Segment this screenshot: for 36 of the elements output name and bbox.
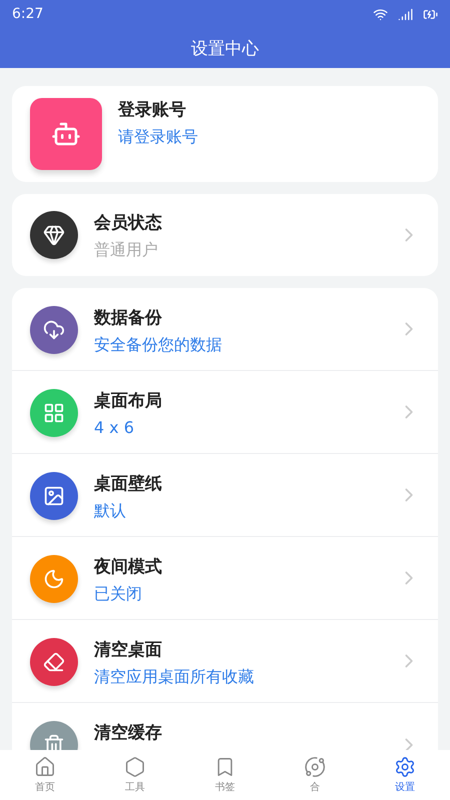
- planet-icon: [304, 756, 326, 778]
- settings-item[interactable]: 清空桌面 清空应用桌面所有收藏: [12, 620, 438, 703]
- item-title: 桌面壁纸: [94, 472, 163, 494]
- item-title: 夜间模式: [94, 556, 163, 578]
- robot-avatar-icon: [30, 98, 102, 170]
- nav-tab[interactable]: 设置: [360, 750, 450, 800]
- hexagon-icon: [124, 756, 146, 778]
- account-subtitle: 请登录账号: [118, 127, 199, 148]
- signal-icon: [398, 6, 413, 22]
- status-time: 6:27: [12, 6, 44, 22]
- item-subtitle: 4 x 6: [94, 418, 135, 436]
- home-icon: [34, 756, 56, 778]
- member-subtitle: 普通用户: [94, 240, 159, 261]
- item-title: 桌面布局: [94, 390, 163, 412]
- settings-item[interactable]: 夜间模式 已关闭: [12, 537, 438, 620]
- item-subtitle: 默认: [94, 500, 127, 522]
- item-subtitle: 安全备份您的数据: [94, 334, 223, 356]
- item-title: 清空缓存: [94, 722, 163, 744]
- item-title: 数据备份: [94, 306, 163, 328]
- settings-icon: [394, 756, 416, 778]
- wifi-icon: [373, 6, 388, 22]
- item-subtitle: 已关闭: [94, 584, 143, 604]
- member-title: 会员状态: [94, 212, 163, 234]
- item-subtitle: 清空应用桌面所有收藏: [94, 666, 255, 688]
- nav-tab[interactable]: 工具: [90, 750, 180, 800]
- settings-item[interactable]: 桌面布局 4 x 6: [12, 371, 438, 454]
- nav-tab[interactable]: 首页: [0, 750, 90, 800]
- nav-tab[interactable]: 书签: [180, 750, 270, 800]
- settings-item[interactable]: 桌面壁纸 默认: [12, 454, 438, 537]
- account-title: 登录账号: [118, 99, 187, 121]
- item-title: 清空桌面: [94, 638, 163, 660]
- member-card[interactable]: 会员状态 普通用户: [12, 194, 438, 276]
- account-card[interactable]: 登录账号 请登录账号: [12, 86, 438, 182]
- page-title: 设置中心: [191, 38, 259, 60]
- settings-item[interactable]: 数据备份 安全备份您的数据: [12, 288, 438, 371]
- nav-tab[interactable]: 合: [270, 750, 360, 800]
